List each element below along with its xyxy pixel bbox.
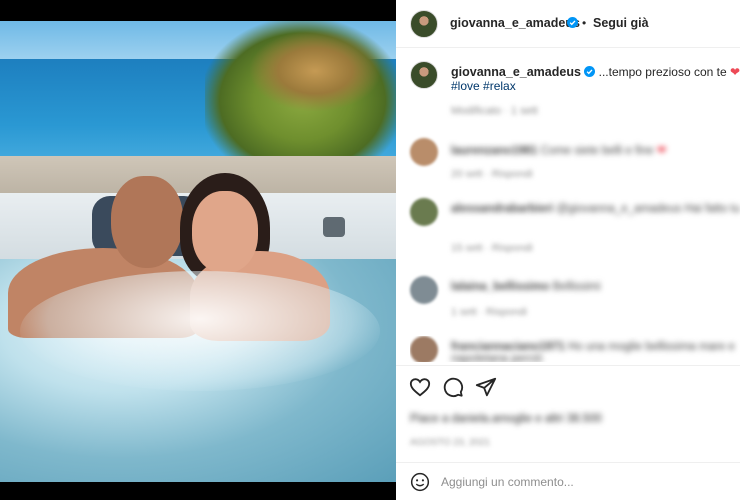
separator-dot: •: [582, 16, 587, 30]
post-header: giovanna_e_amadeus • Segui già: [396, 0, 740, 48]
comment-meta[interactable]: 20 sett · Rispondi: [451, 168, 533, 180]
comment-text: lalaina_bellissimo Bellissimi: [451, 281, 601, 293]
photo-letterbox-bottom: [0, 482, 396, 500]
comment-text: franciannaciano1971 Ho una moglie bellis…: [451, 341, 735, 353]
add-comment-bar: [396, 462, 740, 500]
author-username[interactable]: giovanna_e_amadeus: [450, 16, 580, 30]
comment-item: alessandrabarbieri @giovanna_e_amadeus H…: [410, 198, 740, 258]
comment-item: lalaina_bellissimo Bellissimi 1 sett · R…: [410, 276, 740, 336]
comment-meta[interactable]: 15 sett · Rispondi: [451, 242, 533, 254]
red-heart-emoji-icon: ❤: [730, 65, 740, 79]
caption-text: ...tempo prezioso con te: [598, 65, 727, 79]
caption-meta: Modificato · 1 sett: [451, 105, 538, 117]
commenter-avatar[interactable]: [410, 276, 438, 304]
verified-badge-icon: [567, 17, 578, 28]
comment-item: franciannaciano1971 Ho una moglie bellis…: [410, 336, 740, 362]
post-date: AGOSTO 23, 2021: [410, 437, 491, 448]
comment-icon[interactable]: [442, 376, 464, 398]
photo-scene: [0, 21, 396, 482]
caption-hashtags[interactable]: #love #relax: [451, 79, 516, 93]
emoji-icon[interactable]: [410, 472, 430, 492]
caption-author-username[interactable]: giovanna_e_amadeus: [451, 65, 581, 79]
post-photo[interactable]: [0, 0, 396, 500]
author-avatar[interactable]: [410, 10, 438, 38]
heart-icon[interactable]: [409, 376, 431, 398]
comment-text: laurenzano1981 Come siete belli e fine ❤: [451, 145, 667, 157]
commenter-avatar[interactable]: [410, 336, 438, 362]
likes-count[interactable]: Piace a daniela.amoglie e altri 38.500: [410, 413, 602, 425]
comment-meta[interactable]: 1 sett · Rispondi: [451, 306, 527, 318]
comment-input[interactable]: [441, 473, 721, 491]
caption-author-avatar[interactable]: [410, 61, 438, 89]
post-caption: giovanna_e_amadeus ...tempo prezioso con…: [451, 65, 740, 80]
post-actions: [396, 368, 740, 404]
comment-text-continued: napoletana perciò: [451, 353, 543, 362]
post-side-panel: giovanna_e_amadeus • Segui già giovanna_…: [396, 0, 740, 500]
verified-badge-icon: [584, 66, 596, 77]
commenter-avatar[interactable]: [410, 198, 438, 226]
comment-item: laurenzano1981 Come siete belli e fine ❤…: [410, 138, 740, 198]
comment-text: alessandrabarbieri @giovanna_e_amadeus H…: [451, 203, 740, 215]
divider: [396, 365, 740, 366]
following-button[interactable]: Segui già: [593, 16, 649, 30]
send-icon[interactable]: [475, 376, 497, 398]
photo-letterbox-top: [0, 0, 396, 21]
commenter-avatar[interactable]: [410, 138, 438, 166]
